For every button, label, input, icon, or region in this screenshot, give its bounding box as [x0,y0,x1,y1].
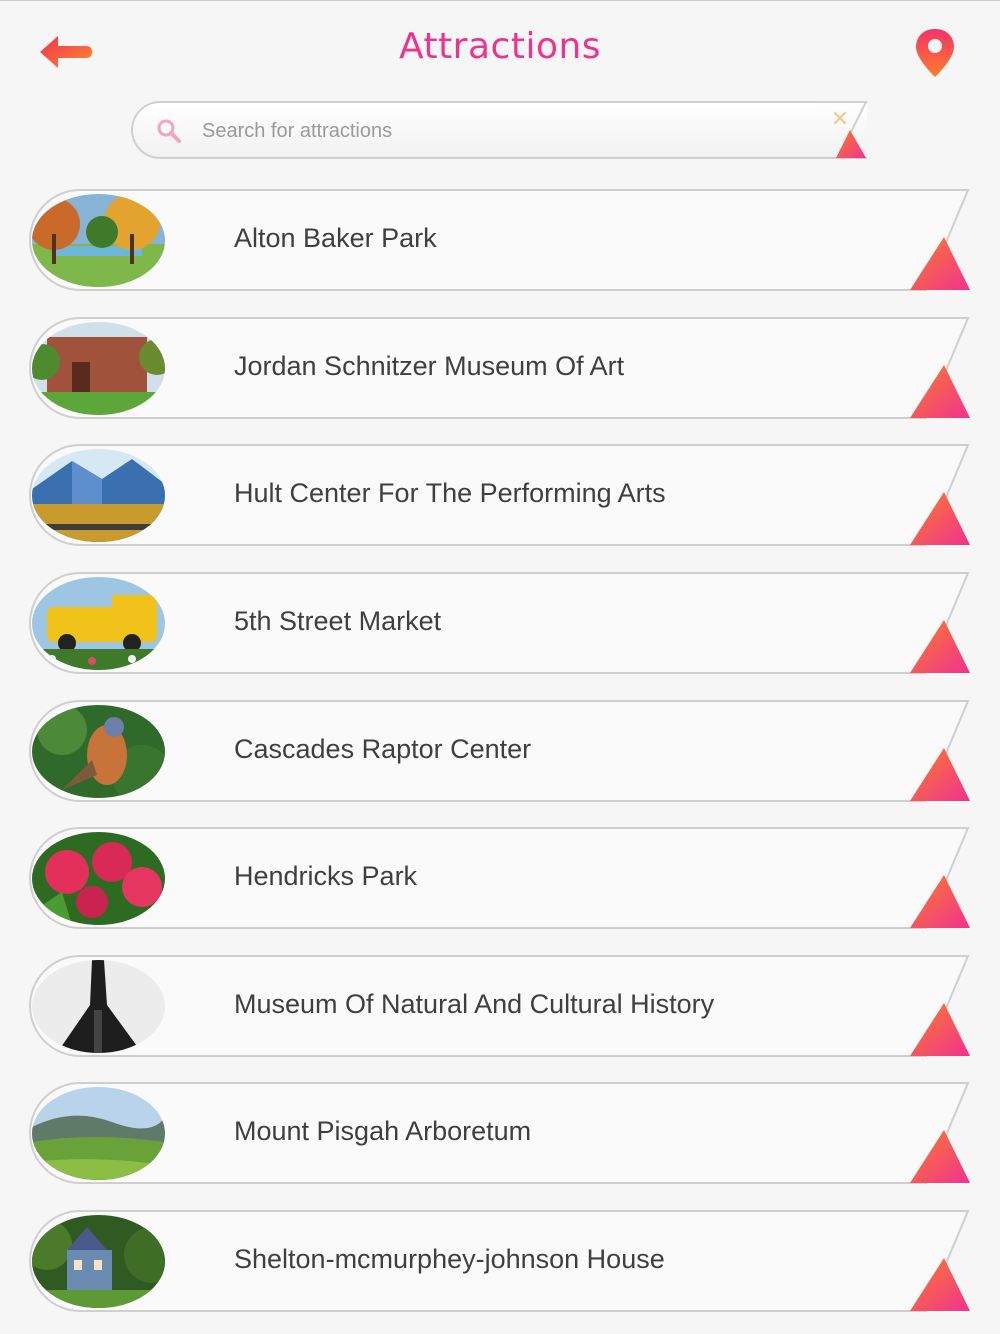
attraction-thumbnail [32,322,165,415]
search-icon [156,118,182,144]
attraction-name: 5th Street Market [234,606,442,636]
attraction-name: Cascades Raptor Center [234,734,532,764]
list-item-hendricks-park[interactable]: Hendricks Park [28,827,972,931]
attraction-name: Alton Baker Park [234,223,437,253]
attraction-thumbnail [32,960,165,1053]
attraction-thumbnail [32,449,165,542]
attraction-name: Jordan Schnitzer Museum Of Art [234,351,625,381]
attraction-name: Hendricks Park [234,861,418,891]
item-background [29,827,970,929]
search-input[interactable] [200,113,804,149]
attraction-thumbnail [32,832,165,925]
attraction-thumbnail [32,1215,165,1308]
attraction-name: Mount Pisgah Arboretum [234,1116,532,1146]
attraction-name: Shelton-mcmurphey-johnson House [234,1244,665,1274]
attraction-name: Museum Of Natural And Cultural History [234,989,715,1019]
attraction-name: Hult Center For The Performing Arts [234,478,666,508]
close-icon[interactable]: ✕ [829,108,851,130]
list-item-cascades-raptor-center[interactable]: Cascades Raptor Center [28,700,972,804]
list-item-jordan-schnitzer-museum[interactable]: Jordan Schnitzer Museum Of Art [28,317,972,421]
attraction-thumbnail [32,1087,165,1180]
attraction-thumbnail [32,705,165,798]
item-background [29,189,970,291]
list-item-alton-baker-park[interactable]: Alton Baker Park [28,189,972,293]
list-item-mount-pisgah-arboretum[interactable]: Mount Pisgah Arboretum [28,1082,972,1186]
list-item-hult-center[interactable]: Hult Center For The Performing Arts [28,444,972,548]
page-title: Attractions [398,26,602,67]
header: Attractions [0,0,1000,100]
attraction-thumbnail [32,577,165,670]
item-background [29,572,970,674]
attraction-thumbnail [32,194,165,287]
list-item-shelton-mcmurphey-johnson-house[interactable]: Shelton-mcmurphey-johnson House [28,1210,972,1314]
map-button[interactable] [910,26,960,82]
list-item-5th-street-market[interactable]: 5th Street Market [28,572,972,676]
list-item-museum-natural-cultural-history[interactable]: Museum Of Natural And Cultural History [28,955,972,1059]
map-pin-icon [916,29,954,77]
